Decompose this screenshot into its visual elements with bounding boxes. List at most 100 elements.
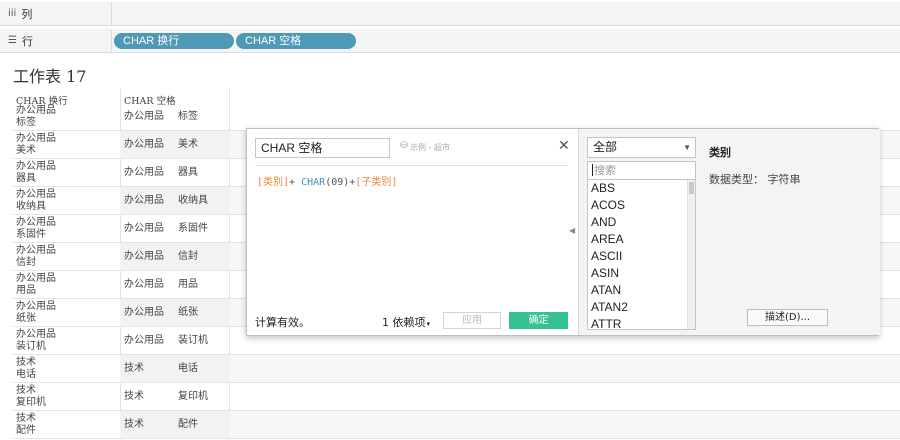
formula-function-char: CHAR bbox=[301, 177, 326, 188]
function-list[interactable]: ABS ACOS AND AREA ASCII ASIN ATAN ATAN2 ATTR bbox=[587, 180, 696, 330]
cell-category: 技术 bbox=[16, 357, 36, 368]
cell-char-newline[interactable]: 办公用品 信封 bbox=[16, 245, 116, 269]
cell-subcategory: 电话 bbox=[16, 369, 36, 380]
cell-char-space[interactable]: 办公用品 器具 bbox=[120, 159, 230, 186]
cell-subcategory: 配件 bbox=[16, 425, 36, 436]
database-icon: ⛁ bbox=[400, 141, 408, 151]
cell-char-space[interactable]: 办公用品 纸张 bbox=[120, 299, 230, 326]
cell-char-newline[interactable]: 办公用品 系固件 bbox=[16, 217, 116, 241]
cell-char-newline[interactable]: 办公用品 装订机 bbox=[16, 329, 116, 353]
dependencies-dropdown[interactable]: 1 依赖项▾ bbox=[382, 314, 430, 330]
cell-category: 办公用品 bbox=[16, 133, 56, 144]
cell-category: 办公用品 bbox=[124, 167, 164, 178]
help-data-type: 数据类型： 字符串 bbox=[709, 173, 801, 186]
cell-subcategory: 用品 bbox=[178, 279, 198, 290]
cell-category: 办公用品 bbox=[16, 189, 56, 200]
function-list-item[interactable]: ACOS bbox=[588, 197, 695, 214]
cell-subcategory: 信封 bbox=[16, 257, 36, 268]
collapse-arrow-icon[interactable]: ◀ bbox=[569, 226, 575, 235]
cell-char-newline[interactable]: 办公用品 收纳具 bbox=[16, 189, 116, 213]
dependencies-label: 1 依赖项 bbox=[382, 316, 426, 329]
rows-drop-zone[interactable]: CHAR 换行 CHAR 空格 bbox=[112, 29, 900, 52]
scrollbar-thumb[interactable] bbox=[689, 182, 694, 194]
cell-char-space[interactable]: 办公用品 信封 bbox=[120, 243, 230, 270]
text-caret bbox=[592, 164, 593, 176]
cell-char-space[interactable]: 技术 配件 bbox=[120, 411, 230, 438]
formula-args: (09) bbox=[325, 177, 350, 188]
ok-button[interactable]: 确定 bbox=[509, 312, 568, 329]
cell-subcategory: 收纳具 bbox=[16, 201, 46, 212]
close-icon[interactable]: ✕ bbox=[558, 138, 570, 154]
cell-subcategory: 复印机 bbox=[16, 397, 46, 408]
cell-category: 办公用品 bbox=[124, 111, 164, 122]
function-search-placeholder: 搜索 bbox=[594, 164, 616, 177]
function-list-item[interactable]: ASIN bbox=[588, 265, 695, 282]
cell-char-newline[interactable]: 办公用品 用品 bbox=[16, 273, 116, 297]
cell-category: 办公用品 bbox=[124, 279, 164, 290]
function-list-item[interactable]: ASCII bbox=[588, 248, 695, 265]
function-search-input[interactable]: 搜索 bbox=[587, 161, 696, 180]
cell-char-newline[interactable]: 办公用品 器具 bbox=[16, 161, 116, 185]
cell-subcategory: 配件 bbox=[178, 419, 198, 430]
columns-drop-zone[interactable] bbox=[112, 2, 900, 25]
cell-category: 技术 bbox=[124, 419, 144, 430]
cell-subcategory: 收纳具 bbox=[178, 195, 208, 206]
cell-char-space[interactable]: 办公用品 收纳具 bbox=[120, 187, 230, 214]
cell-char-space[interactable]: 办公用品 用品 bbox=[120, 271, 230, 298]
cell-char-space[interactable]: 办公用品 系固件 bbox=[120, 215, 230, 242]
cell-char-newline[interactable]: 办公用品 标签 bbox=[16, 105, 116, 129]
cell-category: 技术 bbox=[16, 413, 36, 424]
function-list-item[interactable]: ABS bbox=[588, 180, 695, 197]
pill-char-newline[interactable]: CHAR 换行 bbox=[114, 33, 234, 49]
function-list-item[interactable]: ATAN bbox=[588, 282, 695, 299]
cell-subcategory: 美术 bbox=[16, 145, 36, 156]
cell-subcategory: 系固件 bbox=[16, 229, 46, 240]
formula-operator: + bbox=[289, 177, 302, 188]
cell-char-space[interactable]: 办公用品 美术 bbox=[120, 131, 230, 158]
cell-char-newline[interactable]: 办公用品 纸张 bbox=[16, 301, 116, 325]
cell-subcategory: 标签 bbox=[16, 117, 36, 128]
function-category-select[interactable]: 全部 ▼ bbox=[587, 137, 696, 158]
cell-char-newline[interactable]: 技术 电话 bbox=[16, 357, 116, 381]
cell-char-space[interactable]: 办公用品 装订机 bbox=[120, 327, 230, 354]
cell-subcategory: 标签 bbox=[178, 111, 198, 122]
calculation-status: 计算有效。 bbox=[255, 316, 310, 329]
cell-char-newline[interactable]: 办公用品 美术 bbox=[16, 133, 116, 157]
cell-char-space[interactable]: 技术 电话 bbox=[120, 355, 230, 382]
cell-char-space[interactable]: 技术 复印机 bbox=[120, 383, 230, 410]
cell-subcategory: 美术 bbox=[178, 139, 198, 150]
help-title: 类别 bbox=[709, 146, 731, 159]
cell-category: 办公用品 bbox=[16, 161, 56, 172]
cell-category: 技术 bbox=[16, 385, 36, 396]
formula-editor[interactable]: [类别]+ CHAR(09)+[子类别] bbox=[257, 173, 397, 188]
calculation-dialog: CHAR 空格 ⛁ 示例 - 超市 ✕ [类别]+ CHAR(09)+[子类别]… bbox=[246, 128, 880, 336]
empty-cell bbox=[230, 355, 900, 382]
chevron-down-icon: ▾ bbox=[426, 320, 431, 328]
rows-shelf-label: ☰ 行 bbox=[0, 29, 112, 52]
apply-button[interactable]: 应用 bbox=[443, 312, 501, 329]
calculation-name-input[interactable]: CHAR 空格 bbox=[255, 138, 390, 158]
function-list-item[interactable]: AND bbox=[588, 214, 695, 231]
describe-button[interactable]: 描述(D)... bbox=[747, 309, 828, 326]
cell-category: 办公用品 bbox=[16, 245, 56, 256]
function-list-item[interactable]: ATAN2 bbox=[588, 299, 695, 316]
table-row: 办公用品 标签 办公用品 标签 bbox=[13, 103, 900, 131]
cell-category: 办公用品 bbox=[124, 335, 164, 346]
cell-char-space[interactable]: 办公用品 标签 bbox=[120, 103, 230, 130]
columns-shelf[interactable]: iii 列 bbox=[0, 2, 900, 26]
cell-subcategory: 用品 bbox=[16, 285, 36, 296]
function-list-item[interactable]: AREA bbox=[588, 231, 695, 248]
function-panel: 全部 ▼ 搜索 ABS ACOS AND AREA ASCII ASIN ATAN ATAN2… bbox=[578, 129, 880, 335]
table-row: 技术 配件 技术 配件 bbox=[13, 411, 900, 439]
cell-subcategory: 系固件 bbox=[178, 223, 208, 234]
rows-shelf[interactable]: ☰ 行 CHAR 换行 CHAR 空格 bbox=[0, 29, 900, 53]
pill-char-space[interactable]: CHAR 空格 bbox=[236, 33, 356, 49]
cell-subcategory: 装订机 bbox=[16, 341, 46, 352]
cell-char-newline[interactable]: 技术 配件 bbox=[16, 413, 116, 437]
function-list-scrollbar[interactable] bbox=[687, 180, 695, 329]
cell-char-newline[interactable]: 技术 复印机 bbox=[16, 385, 116, 409]
cell-category: 技术 bbox=[124, 363, 144, 374]
empty-cell bbox=[230, 411, 900, 438]
cell-subcategory: 装订机 bbox=[178, 335, 208, 346]
function-list-item[interactable]: ATTR bbox=[588, 316, 695, 329]
